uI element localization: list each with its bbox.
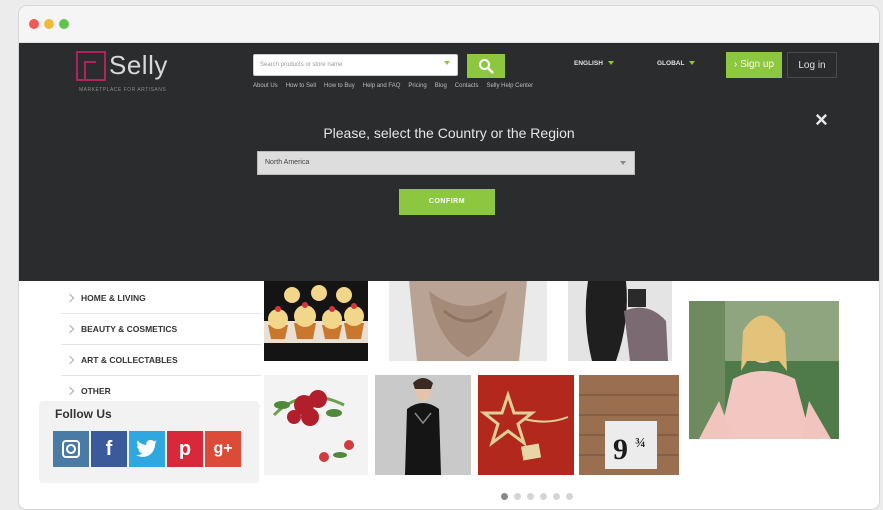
close-window-button[interactable]	[29, 19, 39, 29]
pager-dot[interactable]	[566, 493, 573, 500]
signup-button[interactable]: › Sign up	[726, 52, 782, 78]
region-label: GLOBAL	[657, 60, 685, 67]
browser-window: HOME & LIVING BEAUTY & COSMETICS ART & C…	[18, 5, 880, 510]
minimize-window-button[interactable]	[44, 19, 54, 29]
region-selector[interactable]: GLOBAL	[657, 60, 696, 67]
logo-mark-icon	[76, 51, 106, 81]
chevron-down-icon	[620, 161, 626, 165]
nav-link[interactable]: Selly Help Center	[486, 83, 533, 89]
search-dropdown-icon[interactable]	[444, 61, 450, 65]
search-input[interactable]: Search products or store name	[253, 54, 458, 76]
follow-us-title: Follow Us	[55, 407, 112, 421]
nav-link[interactable]: About Us	[253, 83, 278, 89]
pager-dot[interactable]	[501, 493, 508, 500]
header-nav: About Us How to Sell How to Buy Help and…	[253, 83, 533, 89]
facebook-icon[interactable]: f	[91, 431, 127, 467]
category-item[interactable]: HOME & LIVING	[61, 283, 261, 314]
header-region-overlay: Selly MARKETPLACE FOR ARTISANS Search pr…	[19, 43, 879, 281]
leather-bag-image[interactable]	[568, 281, 672, 361]
pager-dot[interactable]	[540, 493, 547, 500]
chevron-down-icon	[607, 61, 614, 66]
confirm-button[interactable]: CONFIRM	[399, 189, 495, 215]
category-item[interactable]: ART & COLLECTABLES	[61, 345, 261, 376]
nav-link[interactable]: Contacts	[455, 83, 479, 89]
region-select-value: North America	[265, 159, 310, 166]
category-item[interactable]: BEAUTY & COSMETICS	[61, 314, 261, 345]
search-icon	[479, 59, 494, 74]
nav-link[interactable]: Blog	[435, 83, 447, 89]
pager-dot[interactable]	[514, 493, 521, 500]
svg-text:9: 9	[613, 433, 628, 466]
flower-wreath-image[interactable]	[264, 375, 368, 475]
logo-tagline: MARKETPLACE FOR ARTISANS	[79, 87, 167, 93]
nav-link[interactable]: Pricing	[408, 83, 426, 89]
logo-text: Selly	[109, 50, 168, 80]
region-modal-title: Please, select the Country or the Region	[323, 125, 575, 141]
region-select[interactable]: North America	[257, 151, 635, 175]
maximize-window-button[interactable]	[59, 19, 69, 29]
nav-link[interactable]: How to Sell	[286, 83, 316, 89]
black-dress-image[interactable]	[375, 375, 471, 475]
page-viewport: HOME & LIVING BEAUTY & COSMETICS ART & C…	[19, 43, 879, 509]
pinterest-icon[interactable]: p	[167, 431, 203, 467]
social-links: f p g+	[53, 431, 241, 467]
twitter-icon[interactable]	[129, 431, 165, 467]
follow-us-panel: Follow Us f p g+	[39, 401, 259, 483]
scarf-image[interactable]	[389, 281, 547, 361]
language-selector[interactable]: ENGLISH	[574, 60, 614, 67]
category-list: HOME & LIVING BEAUTY & COSMETICS ART & C…	[61, 283, 261, 407]
language-label: ENGLISH	[574, 60, 603, 67]
login-button[interactable]: Log in	[787, 52, 837, 78]
pager-dot[interactable]	[553, 493, 560, 500]
search-button[interactable]	[467, 54, 505, 78]
title-bar	[19, 6, 879, 43]
signup-label: Sign up	[740, 59, 775, 70]
nav-link[interactable]: Help and FAQ	[363, 83, 401, 89]
pager-dot[interactable]	[527, 493, 534, 500]
star-ornament-image[interactable]	[478, 375, 574, 475]
google-plus-icon[interactable]: g+	[205, 431, 241, 467]
svg-text:¾: ¾	[635, 436, 646, 451]
chevron-down-icon	[689, 61, 696, 66]
number-tile-image[interactable]: 9 ¾	[579, 375, 679, 475]
nav-link[interactable]: How to Buy	[324, 83, 355, 89]
model-sweater-image[interactable]	[689, 301, 839, 439]
carousel-pager	[501, 493, 573, 500]
instagram-icon[interactable]	[53, 431, 89, 467]
cupcakes-image[interactable]	[264, 281, 368, 361]
